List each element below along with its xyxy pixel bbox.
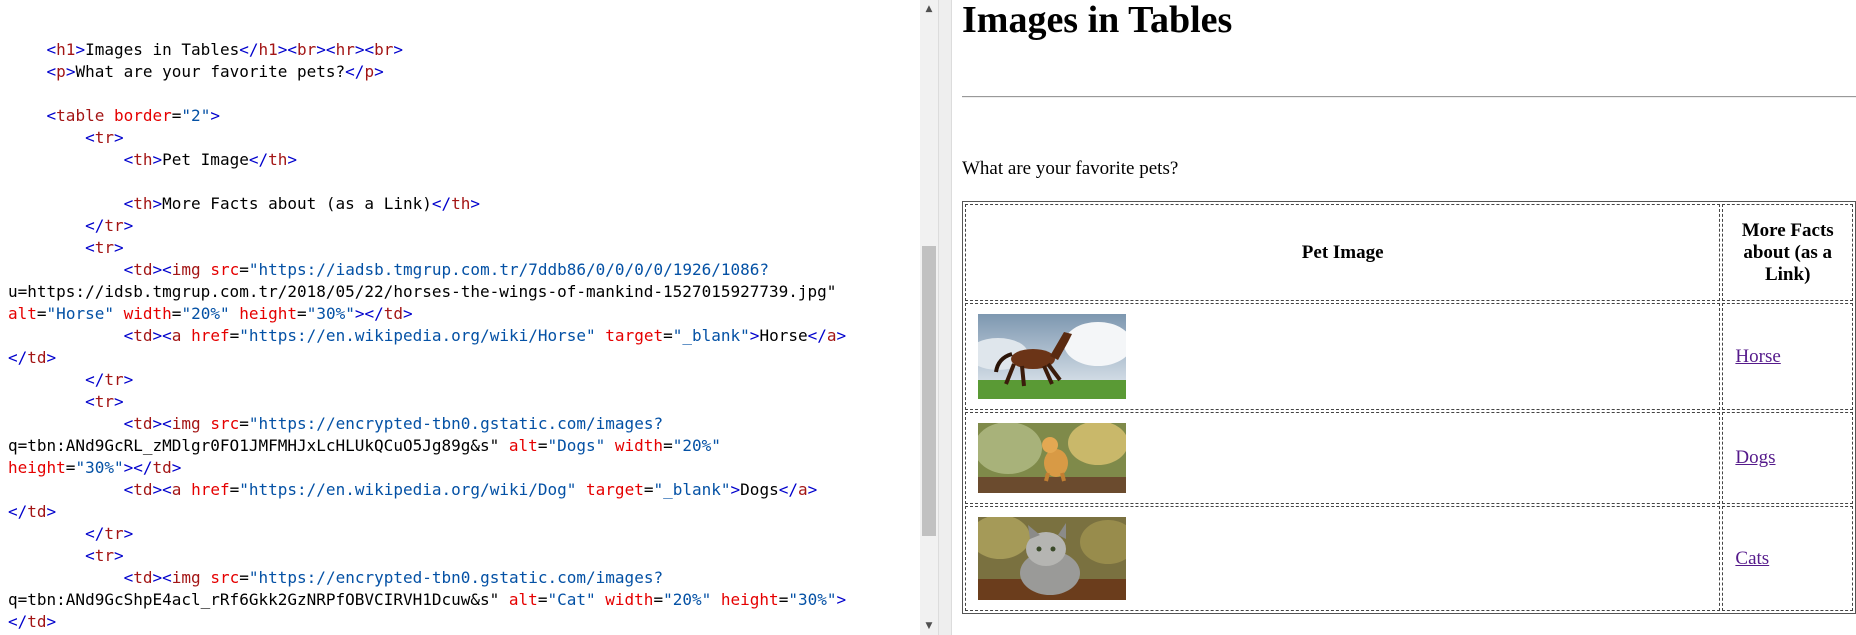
scrollbar-thumb[interactable]	[922, 246, 936, 536]
table-row: Horse	[965, 303, 1853, 410]
table-row: Dogs	[965, 412, 1853, 504]
code-line[interactable]: alt="Horse" width="20%" height="30%"></t…	[8, 303, 846, 325]
code-line[interactable]: q=tbn:ANd9GcShpE4acl_rRf6Gkk2GzNRPfOBVCI…	[8, 589, 846, 611]
pet-image-cell	[965, 303, 1721, 410]
preview-pane: Images in Tables What are your favorite …	[952, 0, 1856, 635]
page-heading: Images in Tables	[962, 0, 1233, 41]
code-line[interactable]: <tr>	[8, 391, 846, 413]
horse-image	[978, 314, 1126, 399]
code-line[interactable]: </tr>	[8, 369, 846, 391]
horizontal-rule	[962, 96, 1856, 98]
link-cell: Horse	[1722, 303, 1853, 410]
code-line[interactable]: </tr>	[8, 215, 846, 237]
question-text: What are your favorite pets?	[962, 158, 1179, 179]
code-line[interactable]: <th>More Facts about (as a Link)</th>	[8, 193, 846, 215]
code-line[interactable]: q=tbn:ANd9GcRL_zMDlgr0FO1JMFMHJxLcHLUkQC…	[8, 435, 846, 457]
code-line[interactable]: <td><img src="https://encrypted-tbn0.gst…	[8, 413, 846, 435]
code-line[interactable]: <td><a href="https://en.wikipedia.org/wi…	[8, 479, 846, 501]
link-cell: Dogs	[1722, 412, 1853, 504]
code-line[interactable]: </td>	[8, 501, 846, 523]
cat-image	[978, 517, 1126, 600]
cats-link[interactable]: Cats	[1735, 548, 1769, 569]
table-row: Cats	[965, 506, 1853, 611]
code-line[interactable]: <p>What are your favorite pets?</p>	[8, 61, 846, 83]
code-line[interactable]: <h1>Images in Tables</h1><br><hr><br>	[8, 39, 846, 61]
code-line[interactable]: ​	[8, 83, 846, 105]
code-line[interactable]: ​	[8, 171, 846, 193]
code-line[interactable]: <td><img src="https://iadsb.tmgrup.com.t…	[8, 259, 846, 281]
editor-scrollbar[interactable]: ▲ ▼	[920, 0, 938, 635]
code-line[interactable]: <table border="2">	[8, 105, 846, 127]
horse-link[interactable]: Horse	[1735, 346, 1780, 367]
dogs-link[interactable]: Dogs	[1735, 447, 1775, 468]
pane-divider[interactable]	[938, 0, 952, 635]
dog-image	[978, 423, 1126, 493]
code-line[interactable]: <tr>	[8, 127, 846, 149]
pet-image-cell	[965, 412, 1721, 504]
header-more-facts: More Facts about (as a Link)	[1722, 204, 1853, 301]
link-cell: Cats	[1722, 506, 1853, 611]
code-line[interactable]: <td><img src="https://encrypted-tbn0.gst…	[8, 567, 846, 589]
code-line[interactable]: <tr>	[8, 545, 846, 567]
code-line[interactable]: <tr>	[8, 237, 846, 259]
scroll-down-arrow-icon[interactable]: ▼	[920, 617, 938, 635]
pet-image-cell	[965, 506, 1721, 611]
code-line[interactable]: <td><a href="https://en.wikipedia.org/wi…	[8, 325, 847, 347]
code-editor-pane[interactable]: <h1>Images in Tables</h1><br><hr><br> <p…	[0, 0, 920, 635]
header-pet-image: Pet Image	[965, 204, 1721, 301]
table-header-row: Pet Image More Facts about (as a Link)	[965, 204, 1853, 301]
scroll-up-arrow-icon[interactable]: ▲	[920, 0, 938, 18]
code-text[interactable]: <h1>Images in Tables</h1><br><hr><br> <p…	[8, 39, 846, 633]
pets-table: Pet Image More Facts about (as a Link) H…	[962, 201, 1856, 614]
code-line[interactable]: </td>	[8, 347, 846, 369]
code-line[interactable]: </td>	[8, 611, 846, 633]
code-line[interactable]: height="30%"></td>	[8, 457, 846, 479]
code-line[interactable]: <th>Pet Image</th>	[8, 149, 846, 171]
code-line[interactable]: </tr>	[8, 523, 846, 545]
code-line[interactable]: u=https://idsb.tmgrup.com.tr/2018/05/22/…	[8, 281, 846, 303]
